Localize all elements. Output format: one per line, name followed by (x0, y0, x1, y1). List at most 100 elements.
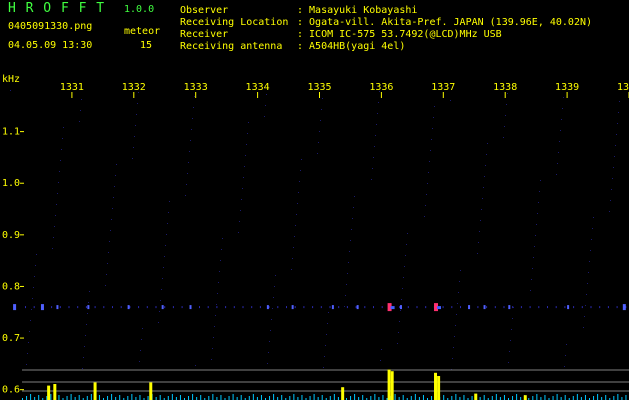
band-dot (33, 306, 35, 309)
x-tick-label: 1338 (493, 82, 517, 93)
band-dot (616, 306, 618, 309)
noise-dot (398, 332, 399, 333)
band-dot (486, 306, 488, 309)
band-dot (590, 306, 592, 309)
noise-dot (160, 300, 161, 301)
baseline-bar (252, 394, 254, 400)
meteor-echo (13, 304, 17, 311)
band-dot (312, 306, 314, 309)
noise-dot (108, 252, 109, 253)
noise-dot (320, 120, 321, 121)
noise-dot (275, 275, 276, 276)
meteor-echo (356, 305, 359, 310)
noise-dot (318, 142, 319, 143)
baseline-bar (503, 395, 505, 400)
noise-dot (81, 99, 82, 100)
noise-dot (89, 291, 90, 292)
noise-dot (107, 263, 108, 264)
noise-dot (161, 289, 162, 290)
noise-dot (585, 305, 586, 306)
noise-dot (110, 230, 111, 231)
noise-dot (407, 233, 408, 234)
baseline-bar (532, 396, 534, 400)
noise-dot (482, 198, 483, 199)
meteor-echo (189, 305, 192, 310)
noise-dot (424, 216, 425, 217)
noise-dot (431, 139, 432, 140)
noise-dot (112, 208, 113, 209)
noise-dot (29, 331, 30, 332)
activity-bar (387, 369, 391, 400)
noise-dot (27, 353, 28, 354)
noise-dot (221, 249, 222, 250)
y-unit-label: kHz (2, 74, 21, 85)
noise-dot (85, 335, 86, 336)
noise-dot (381, 349, 382, 350)
noise-dot (618, 112, 619, 113)
noise-dot (532, 268, 533, 269)
noise-dot (512, 318, 513, 319)
baseline-bar (192, 394, 194, 400)
noise-dot (220, 260, 221, 261)
noise-dot (84, 346, 85, 347)
noise-dot (326, 334, 327, 335)
baseline-bar (536, 394, 538, 400)
noise-dot (477, 253, 478, 254)
noise-dot (539, 191, 540, 192)
noise-dot (350, 240, 351, 241)
band-dot (294, 306, 296, 309)
baseline-bar (30, 394, 32, 400)
noise-dot (167, 223, 168, 224)
noise-dot (505, 115, 506, 116)
activity-bar (390, 371, 394, 400)
noise-dot (531, 279, 532, 280)
noise-dot (113, 197, 114, 198)
noise-dot (246, 144, 247, 145)
noise-dot (301, 159, 302, 160)
noise-dot (269, 341, 270, 342)
band-dot (25, 306, 26, 309)
baseline-bar (495, 394, 497, 400)
noise-dot (403, 277, 404, 278)
band-dot (155, 306, 157, 309)
noise-dot (214, 326, 215, 327)
noise-dot (588, 272, 589, 273)
noise-dot (434, 106, 435, 107)
band-dot (425, 306, 427, 309)
noise-dot (487, 143, 488, 144)
y-tick-label: 0.7 (2, 333, 20, 344)
x-tick-label: 1339 (555, 82, 579, 93)
noise-dot (216, 304, 217, 305)
noise-dot (111, 219, 112, 220)
band-dot (207, 306, 209, 309)
noise-dot (134, 136, 135, 137)
activity-bar (341, 387, 345, 400)
noise-dot (402, 288, 403, 289)
noise-dot (352, 218, 353, 219)
activity-bar (437, 376, 441, 400)
noise-dot (245, 155, 246, 156)
baseline-bar (463, 395, 465, 400)
baseline-bar (597, 394, 599, 400)
noise-dot (564, 366, 565, 367)
noise-dot (53, 237, 54, 238)
noise-dot (565, 355, 566, 356)
baseline-bar (269, 396, 271, 400)
baseline-bar (613, 396, 615, 400)
noise-dot (187, 173, 188, 174)
noise-dot (614, 156, 615, 157)
band-dot (225, 306, 227, 309)
noise-dot (615, 145, 616, 146)
baseline-bar (293, 394, 295, 400)
activity-bar (93, 382, 97, 400)
band-dot (259, 306, 261, 309)
band-dot (146, 306, 148, 309)
noise-dot (186, 184, 187, 185)
band-dot (138, 306, 140, 309)
noise-dot (374, 146, 375, 147)
baseline-bar (394, 394, 396, 400)
noise-dot (616, 134, 617, 135)
baseline-bar (625, 395, 627, 400)
noise-dot (405, 255, 406, 256)
x-tick-label: 1333 (184, 82, 208, 93)
